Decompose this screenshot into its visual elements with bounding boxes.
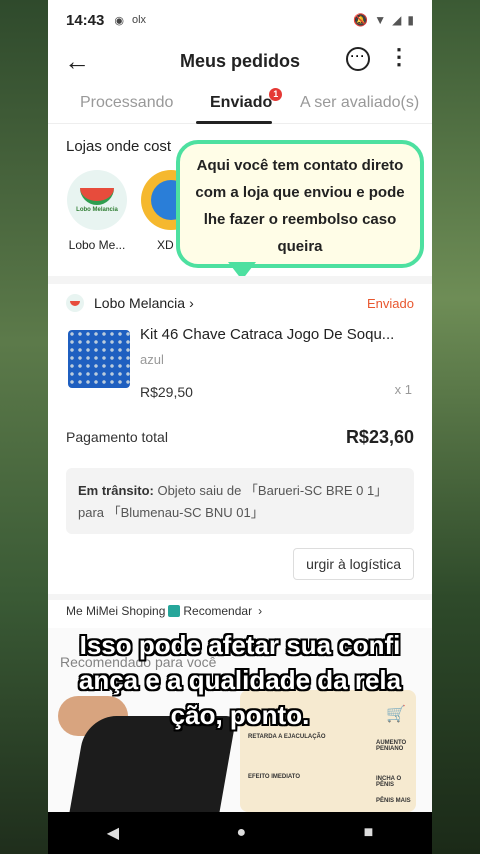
chevron-right-icon: ›	[258, 604, 263, 618]
total-value: R$23,60	[345, 426, 414, 447]
tube-label: AUMENTO PENIANO	[376, 740, 407, 752]
shop-icon	[66, 294, 84, 312]
caption-line-1: Isso pode afetar sua confi	[79, 630, 401, 660]
status-left-icons: ◉ olx	[114, 14, 146, 27]
order-shop-row[interactable]: Lobo Melancia › Enviado	[66, 292, 414, 314]
more-options-icon[interactable]: ⋮	[388, 44, 410, 70]
mute-icon: 🔕	[353, 13, 369, 27]
store-logo: Lobo Melancia	[67, 170, 127, 230]
page-title: Meus pedidos	[179, 50, 300, 71]
tab-badge: 1	[269, 88, 283, 101]
tube-label: INCHA O PÊNIS	[376, 776, 402, 788]
battery-icon: ▮	[407, 13, 414, 27]
wifi-icon: ▼	[374, 13, 387, 27]
nav-back-icon[interactable]: ◀	[107, 823, 119, 843]
chat-icon[interactable]: ···	[346, 47, 370, 71]
tab-enviado[interactable]: Enviado 1	[210, 88, 283, 112]
notification-icon: ◉	[114, 14, 124, 27]
video-caption: Isso pode afetar sua confi ança e a qual…	[0, 628, 480, 733]
tab-underline	[196, 121, 272, 124]
tube-label: EFEITO IMEDIATO	[248, 774, 301, 780]
watermelon-icon	[80, 187, 114, 205]
store-name: Lobo Me...	[68, 238, 126, 252]
nav-home-icon[interactable]: ●	[236, 824, 246, 842]
urge-logistics-button[interactable]: urgir à logística	[293, 548, 414, 580]
order-tabs: Processando Enviado 1 A ser avaliado(s)	[48, 84, 432, 124]
recommend-link: Recomendar	[183, 604, 253, 618]
caption-line-2: ança e a qualidade da rela	[78, 665, 402, 695]
olx-icon: olx	[131, 13, 147, 26]
transit-info[interactable]: Em trânsito: Objeto saiu de 「Barueri-SC …	[66, 468, 414, 534]
product-variant: azul	[140, 352, 164, 367]
product-row[interactable]: Kit 46 Chave Catraca Jogo De Soqu... azu…	[66, 326, 414, 400]
tooltip-bubble: Aqui você tem contato direto com a loja …	[176, 140, 424, 268]
system-nav-bar: ◀ ● ■	[48, 812, 432, 854]
tab-a-ser-avaliado[interactable]: A ser avaliado(s)	[300, 94, 419, 112]
status-bar: 14:43 ◉ olx 🔕 ▼ ◢ ▮	[48, 0, 432, 40]
product-price: R$29,50	[140, 384, 193, 400]
tab-processando[interactable]: Processando	[80, 94, 173, 112]
recommend-row[interactable]: Me MiMei Shoping Recomendar ›	[66, 600, 414, 622]
tube-label: PÊNIS MAIS	[376, 798, 411, 804]
status-right-icons: 🔕 ▼ ◢ ▮	[353, 13, 414, 27]
recommend-prefix: Me MiMei Shoping	[66, 604, 166, 618]
product-name: Kit 46 Chave Catraca Jogo De Soqu...	[140, 326, 395, 343]
chevron-right-icon: ›	[189, 295, 194, 311]
order-status: Enviado	[367, 295, 414, 311]
nav-recent-icon[interactable]: ■	[364, 824, 374, 842]
tab-enviado-label: Enviado	[210, 94, 273, 111]
tube-label: RETARDA A EJACULAÇÃO	[248, 734, 326, 740]
shopping-bag-icon	[168, 605, 181, 617]
status-time: 14:43	[66, 11, 105, 29]
product-quantity: x 1	[394, 382, 412, 397]
stores-title: Lojas onde cost	[66, 138, 172, 155]
back-arrow-icon[interactable]: ←	[64, 46, 94, 76]
signal-icon: ◢	[392, 13, 402, 27]
store-item-lobo-melancia[interactable]: Lobo Melancia Lobo Me...	[64, 170, 130, 252]
total-row: Pagamento total R$23,60	[66, 424, 414, 450]
app-header: ← Meus pedidos ··· ⋮	[48, 40, 432, 82]
shop-name: Lobo Melancia	[94, 295, 186, 311]
store-logo-text: Lobo Melancia	[76, 206, 118, 213]
caption-line-3: ção, ponto.	[170, 700, 310, 730]
product-image	[68, 330, 130, 388]
order-card[interactable]: Lobo Melancia › Enviado Kit 46 Chave Cat…	[48, 284, 432, 600]
transit-label: Em trânsito:	[78, 483, 154, 498]
total-label: Pagamento total	[66, 429, 168, 445]
section-divider	[48, 276, 432, 284]
